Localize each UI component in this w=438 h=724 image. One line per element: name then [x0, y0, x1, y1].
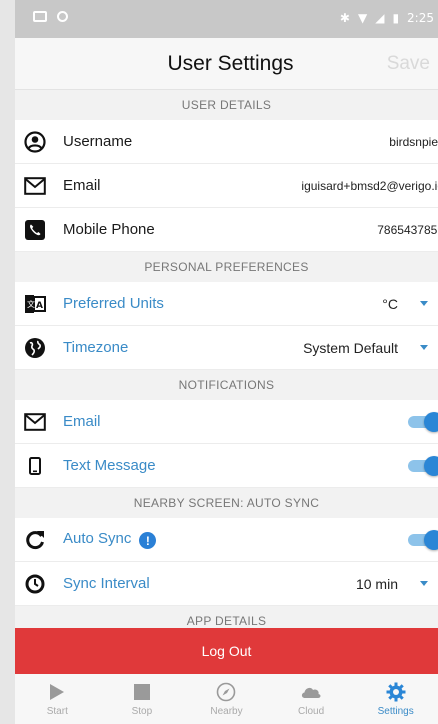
- units-icon: 文A: [23, 292, 47, 316]
- auto-sync-toggle[interactable]: [408, 529, 438, 550]
- cloud-icon: [300, 682, 322, 702]
- svg-text:文: 文: [27, 299, 35, 309]
- username-row[interactable]: Username birdsnpies: [15, 120, 438, 164]
- tab-stop[interactable]: Stop: [100, 674, 185, 724]
- logout-button[interactable]: Log Out: [15, 628, 438, 674]
- tab-bar: Start Stop Nearby Cloud Settings: [15, 674, 438, 724]
- mobile-phone-value: 7865437859: [377, 222, 438, 237]
- save-button[interactable]: Save: [387, 53, 430, 75]
- notification-email-row: Email: [15, 400, 438, 444]
- info-icon[interactable]: !: [139, 532, 157, 550]
- envelope-icon: [23, 410, 47, 434]
- tab-start[interactable]: Start: [15, 674, 100, 724]
- globe-icon: [23, 336, 47, 360]
- mobile-phone-label: Mobile Phone: [63, 221, 155, 238]
- section-header-user-details: USER DETAILS: [15, 90, 438, 120]
- username-label: Username: [63, 133, 133, 150]
- notification-text-row: Text Message: [15, 444, 438, 488]
- username-value: birdsnpies: [389, 134, 438, 149]
- section-header-personal-preferences: PERSONAL PREFERENCES: [15, 252, 438, 282]
- sync-interval-row[interactable]: Sync Interval 10 min: [15, 562, 438, 606]
- wifi-icon: ▼: [357, 11, 368, 25]
- sync-notification-icon: [57, 11, 68, 22]
- timezone-row[interactable]: Timezone System Default: [15, 326, 438, 370]
- app-screen: ✱ ▼ ◢ ▮ 2:25 User Settings Save USER DET…: [15, 0, 438, 724]
- mobile-icon: [23, 454, 47, 478]
- battery-icon: ▮: [392, 11, 400, 25]
- page-title: User Settings: [167, 52, 294, 75]
- compass-icon: [216, 682, 236, 702]
- tab-settings[interactable]: Settings: [353, 674, 438, 724]
- sync-interval-label: Sync Interval: [63, 575, 150, 592]
- bluetooth-icon: ✱: [339, 11, 350, 25]
- account-circle-icon: [23, 130, 47, 154]
- text-message-notification-toggle[interactable]: [408, 455, 438, 476]
- section-header-notifications: NOTIFICATIONS: [15, 370, 438, 400]
- chevron-down-icon[interactable]: [420, 345, 428, 350]
- tab-nearby[interactable]: Nearby: [184, 674, 269, 724]
- gear-icon: [386, 682, 406, 702]
- sync-interval-value[interactable]: 10 min: [356, 576, 398, 592]
- chevron-down-icon[interactable]: [420, 301, 428, 306]
- email-notification-toggle[interactable]: [408, 411, 438, 432]
- preferred-units-row[interactable]: 文A Preferred Units °C: [15, 282, 438, 326]
- status-bar: ✱ ▼ ◢ ▮ 2:25: [15, 0, 438, 38]
- email-label: Email: [63, 177, 101, 194]
- mobile-phone-row[interactable]: Mobile Phone 7865437859: [15, 208, 438, 252]
- tab-label: Settings: [377, 706, 414, 717]
- phone-icon: [23, 218, 47, 242]
- preferred-units-label: Preferred Units: [63, 295, 164, 312]
- auto-sync-label: Auto Sync: [63, 529, 132, 547]
- play-icon: [49, 682, 65, 702]
- signal-icon: ◢: [375, 11, 385, 25]
- email-value: iguisard+bmsd2@verigo.io: [301, 178, 438, 193]
- email-row[interactable]: Email iguisard+bmsd2@verigo.io: [15, 164, 438, 208]
- tab-cloud[interactable]: Cloud: [269, 674, 354, 724]
- tab-label: Start: [46, 706, 68, 717]
- auto-sync-row: Auto Sync!: [15, 518, 438, 562]
- auto-sync-label-group: Auto Sync!: [63, 529, 157, 550]
- tab-label: Nearby: [210, 706, 243, 717]
- section-header-auto-sync: NEARBY SCREEN: AUTO SYNC: [15, 488, 438, 518]
- chevron-down-icon[interactable]: [420, 581, 428, 586]
- refresh-icon: [23, 528, 47, 552]
- status-time: 2:25: [407, 11, 434, 25]
- tab-label: Stop: [131, 706, 153, 717]
- preferred-units-value[interactable]: °C: [382, 296, 398, 312]
- envelope-icon: [23, 174, 47, 198]
- nav-header: User Settings Save: [15, 38, 438, 90]
- tab-label: Cloud: [298, 706, 325, 717]
- image-notification-icon: [33, 11, 47, 22]
- svg-text:A: A: [36, 301, 43, 311]
- notification-text-label: Text Message: [63, 457, 156, 474]
- notification-email-label: Email: [63, 413, 101, 430]
- timezone-label: Timezone: [63, 339, 129, 356]
- clock-icon: [23, 572, 47, 596]
- timezone-value[interactable]: System Default: [303, 340, 398, 356]
- stop-icon: [133, 682, 150, 702]
